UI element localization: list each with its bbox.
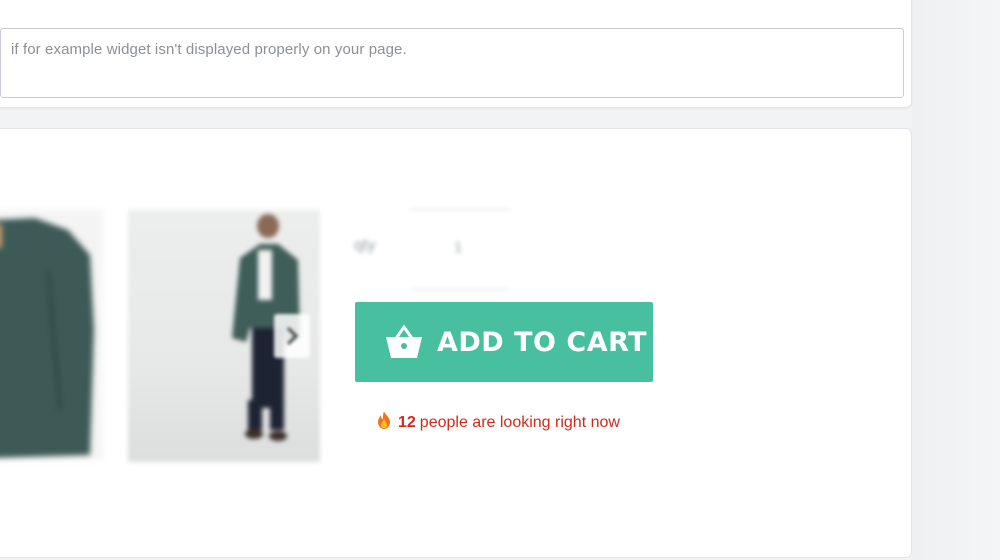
quantity-input[interactable]: 1 (454, 239, 462, 256)
viewer-text: people are looking right now (419, 413, 620, 431)
quantity-border-top (410, 209, 510, 210)
add-to-cart-label: ADD TO CART (437, 326, 648, 358)
fire-icon (376, 411, 392, 434)
chevron-right-icon (286, 326, 299, 346)
viewer-count: 12 (398, 413, 416, 431)
notice-textarea[interactable]: if for example widget isn't displayed pr… (0, 28, 904, 98)
add-to-cart-button[interactable]: ADD TO CART (355, 302, 653, 382)
quantity-label: qty (354, 237, 376, 254)
quantity-selector[interactable]: qty 1 (352, 205, 522, 295)
next-image-button[interactable] (274, 314, 310, 358)
notice-text: if for example widget isn't displayed pr… (11, 41, 407, 58)
page-background (912, 0, 1000, 560)
product-image-main[interactable] (0, 210, 102, 460)
quantity-border-bottom (410, 289, 510, 290)
social-proof: 12 people are looking right now (376, 411, 620, 434)
basket-icon (385, 325, 423, 359)
